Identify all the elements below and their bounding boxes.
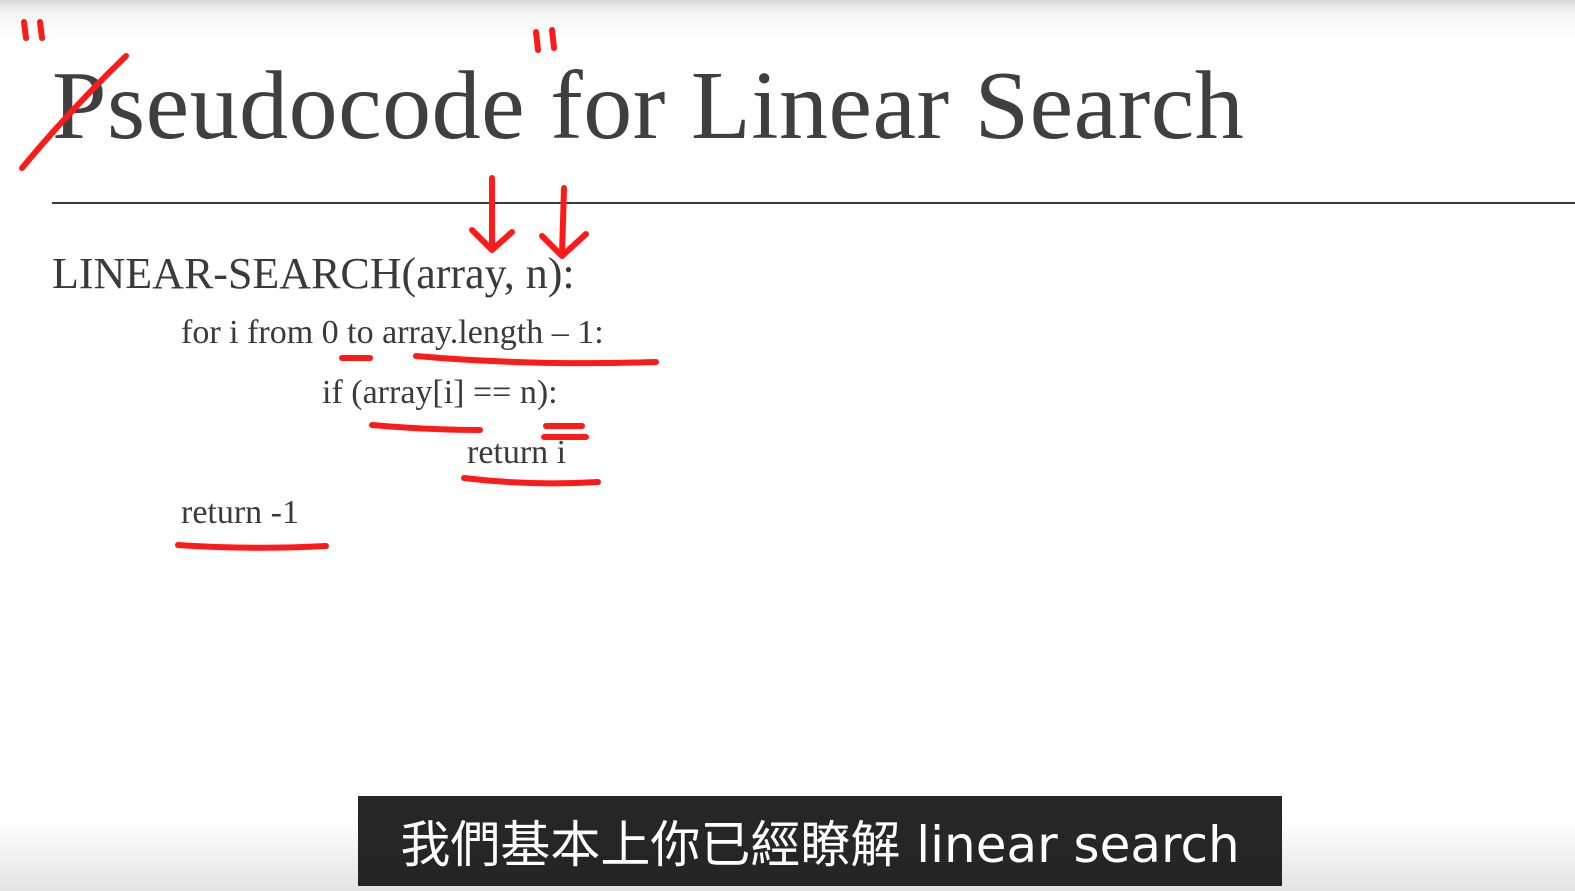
code-return-found-line: return i	[467, 434, 567, 471]
arrow-down-icon	[469, 175, 515, 253]
underline-array-access-mark	[369, 422, 483, 433]
underline-return-i-mark	[461, 475, 601, 487]
video-subtitle-caption: 我們基本上你已經瞭解 linear search	[358, 796, 1282, 886]
underline-return-neg-mark	[175, 542, 329, 551]
quote-close-mark	[533, 27, 557, 53]
quote-open-mark	[21, 19, 45, 41]
underline-range-mark	[413, 353, 659, 367]
arrow-down-icon	[539, 185, 589, 259]
code-return-not-found-line: return -1	[181, 494, 300, 531]
title-divider	[52, 202, 1575, 204]
code-signature: LINEAR-SEARCH(array, n):	[52, 249, 575, 298]
slide: Pseudocode for Linear Search LINEAR-SEAR…	[0, 0, 1575, 891]
slide-title: Pseudocode for Linear Search	[52, 52, 1245, 160]
code-condition-line: if (array[i] == n):	[322, 374, 558, 411]
code-loop-line: for i from 0 to array.length – 1:	[181, 314, 604, 351]
